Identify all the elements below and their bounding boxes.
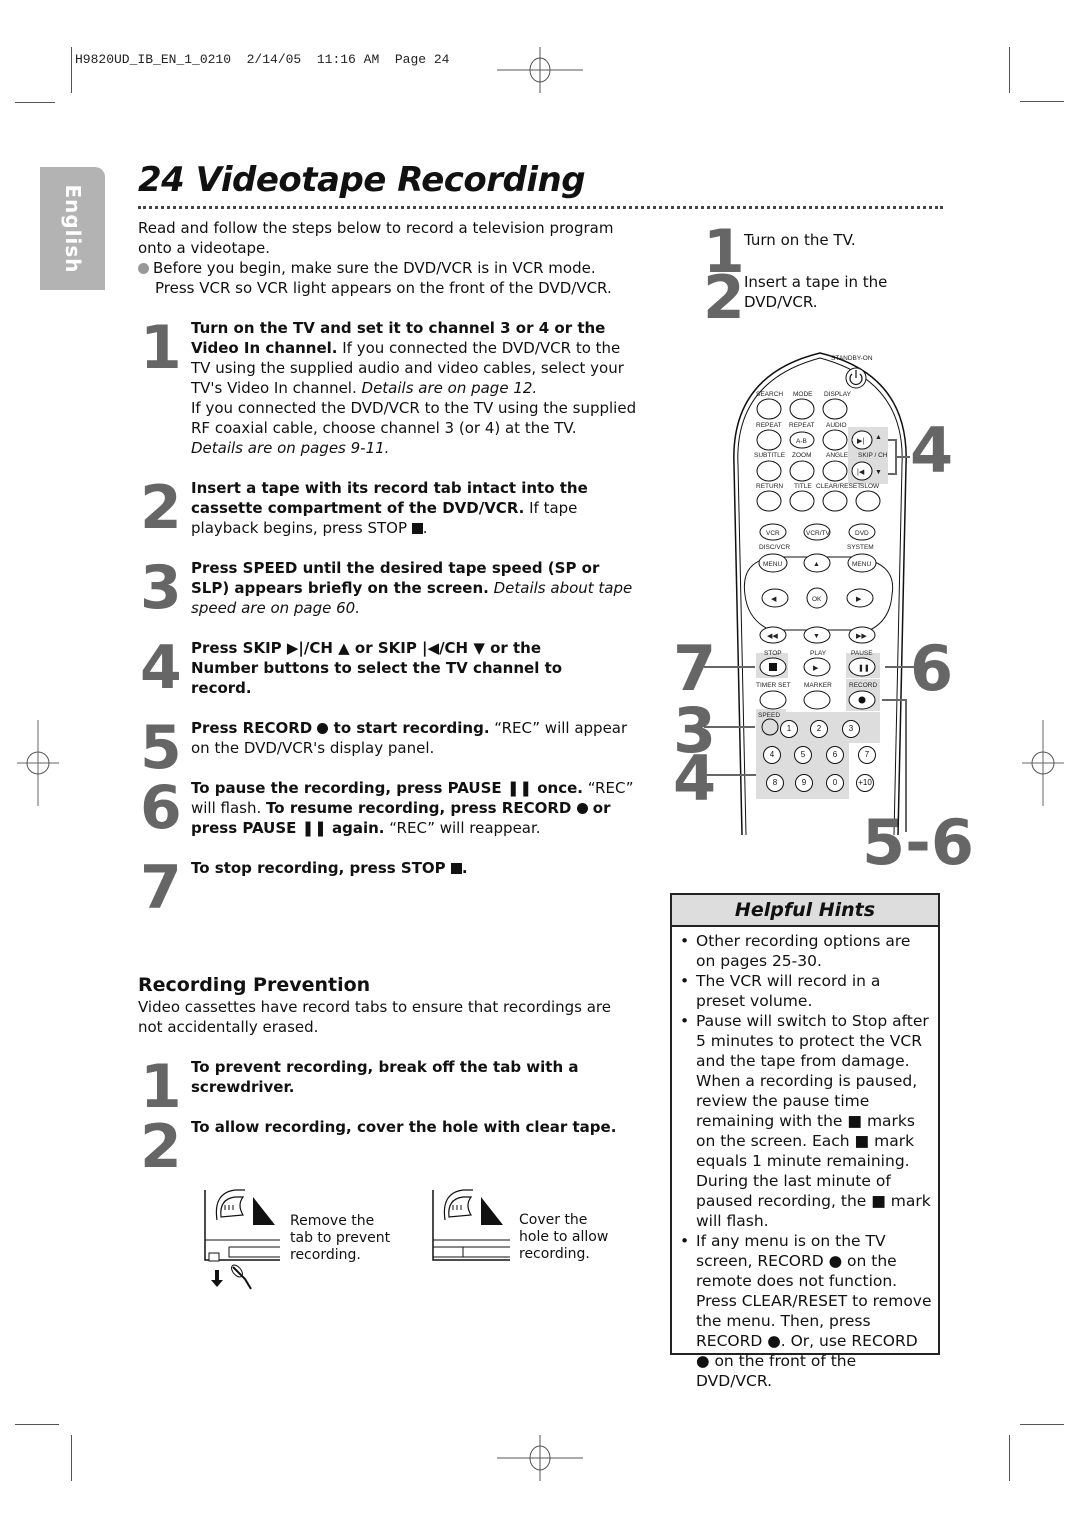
stop-icon xyxy=(411,523,423,534)
callout-pause: 6 xyxy=(910,632,954,705)
registration-mark-top xyxy=(497,47,583,93)
crop-mark xyxy=(1009,1435,1010,1481)
hint-item: Other recording options are on pages 25-… xyxy=(680,931,932,971)
crop-mark xyxy=(71,47,72,93)
bullet-icon xyxy=(138,263,149,274)
step-number: 1 xyxy=(140,313,182,383)
section-heading: Recording Prevention xyxy=(138,974,371,996)
step-number: 4 xyxy=(140,633,182,703)
callout-numbers: 4 xyxy=(673,742,717,815)
page-title: 24 Videotape Recording xyxy=(138,160,586,200)
search-label: SEARCH xyxy=(756,391,783,398)
prevention-step-2: To allow recording, cover the hole with … xyxy=(191,1118,617,1136)
step-number: 2 xyxy=(703,263,745,333)
step-2: Insert a tape with its record tab intact… xyxy=(191,479,588,537)
stop-icon xyxy=(450,863,462,874)
step-number: 1 xyxy=(140,1052,182,1122)
step-number: 3 xyxy=(140,553,182,623)
step-7: To stop recording, press STOP . xyxy=(191,859,468,877)
step-number: 2 xyxy=(140,473,182,543)
crop-mark xyxy=(15,1424,59,1425)
cassette-tab-removed-illustration xyxy=(204,1189,280,1290)
step-number: 7 xyxy=(140,853,182,923)
crop-mark xyxy=(1009,47,1010,93)
step-5: Press RECORD to start recording. “REC” w… xyxy=(191,719,628,757)
registration-mark-bottom xyxy=(497,1435,583,1481)
caption-remove-tab: Remove the tab to prevent recording. xyxy=(290,1213,391,1263)
right-step-2: Insert a tape in the DVD/VCR. xyxy=(744,273,888,311)
registration-mark-left xyxy=(17,720,59,806)
record-icon xyxy=(576,803,588,814)
prevention-step-1: To prevent recording, break off the tab … xyxy=(191,1058,579,1096)
step-number: 6 xyxy=(140,773,182,843)
step-6: To pause the recording, press PAUSE ❚❚ o… xyxy=(191,779,634,837)
right-step-1: Turn on the TV. xyxy=(744,231,856,249)
bullet-line-2: Press VCR so VCR light appears on the fr… xyxy=(155,279,612,297)
crop-mark xyxy=(15,102,55,103)
callout-stop: 7 xyxy=(673,632,717,705)
step-4: Press SKIP ▶|/CH ▲ or SKIP |◀/CH ▼ or th… xyxy=(191,639,563,697)
step-number: 2 xyxy=(140,1112,182,1182)
step-3: Press SPEED until the desired tape speed… xyxy=(191,559,633,617)
crop-mark xyxy=(1020,101,1064,102)
language-tab: English xyxy=(40,167,105,290)
title-divider xyxy=(138,206,943,209)
hints-list: Other recording options are on pages 25-… xyxy=(672,927,938,1391)
display-button[interactable] xyxy=(822,398,848,420)
prevention-text: Video cassettes have record tabs to ensu… xyxy=(138,998,611,1036)
language-label: English xyxy=(60,183,85,274)
intro-text: Read and follow the steps below to recor… xyxy=(138,219,614,257)
callout-record: 5-6 xyxy=(862,806,975,879)
display-label: DISPLAY xyxy=(824,391,852,398)
mode-button[interactable] xyxy=(789,398,815,420)
hints-title: Helpful Hints xyxy=(672,895,938,927)
crop-mark xyxy=(1020,1424,1064,1425)
callout-skip: 4 xyxy=(910,414,954,487)
hint-item: If any menu is on the TV screen, RECORD … xyxy=(680,1231,932,1391)
step-number: 5 xyxy=(140,713,182,783)
cassette-hole-covered-illustration xyxy=(432,1189,510,1261)
bullet-line-1: Before you begin, make sure the DVD/VCR … xyxy=(153,259,596,277)
registration-mark-right xyxy=(1022,720,1064,806)
hint-item: Pause will switch to Stop after 5 minute… xyxy=(680,1011,932,1231)
intro-bullet: Before you begin, make sure the DVD/VCR … xyxy=(138,258,638,298)
caption-cover-hole: Cover the hole to allow recording. xyxy=(519,1212,609,1262)
hint-item: The VCR will record in a preset volume. xyxy=(680,971,932,1011)
crop-mark xyxy=(71,1435,72,1481)
print-slug: H9820UD_IB_EN_1_0210 2/14/05 11:16 AM Pa… xyxy=(75,52,450,67)
helpful-hints-box: Helpful Hints Other recording options ar… xyxy=(670,893,940,1390)
mode-label: MODE xyxy=(793,391,813,398)
step-1: Turn on the TV and set it to channel 3 o… xyxy=(191,319,637,457)
search-button[interactable] xyxy=(756,398,782,420)
record-icon xyxy=(317,723,329,734)
